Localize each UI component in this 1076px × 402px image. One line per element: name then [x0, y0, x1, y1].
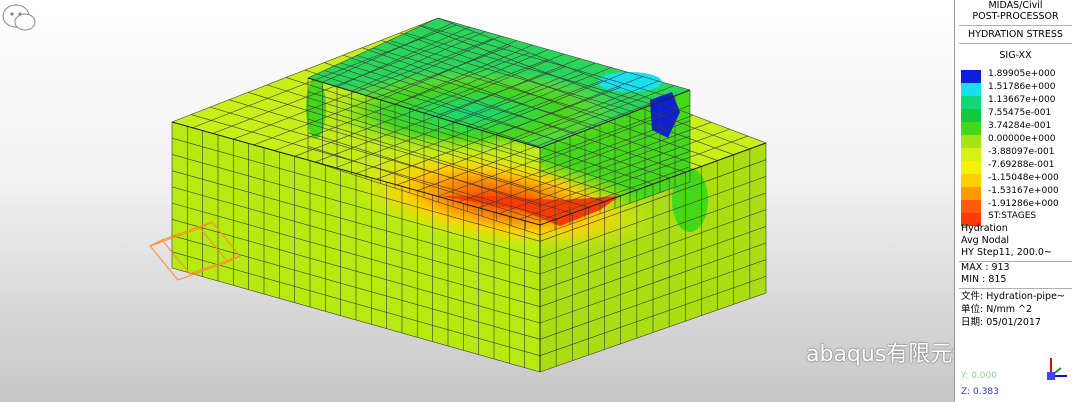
- legend-tick-label: -1.15048e+000: [988, 173, 1059, 183]
- component-name: SIG-XX: [999, 50, 1032, 61]
- legend-tick-label: -1.91286e+000: [988, 199, 1059, 209]
- legend-tick-label: 1.51786e+000: [988, 82, 1056, 92]
- legend-tick-label: -7.69288e-001: [988, 160, 1055, 170]
- legend-swatch: [961, 96, 981, 109]
- legend-swatch: [961, 83, 981, 96]
- app-name: MIDAS/Civil: [988, 0, 1043, 11]
- axis-triad-icon: [1047, 358, 1067, 380]
- min-value: MIN : 815: [961, 274, 1007, 285]
- legend-swatch: [961, 161, 981, 174]
- app-mode: POST-PROCESSOR: [972, 11, 1059, 22]
- nodal-label: Avg Nodal: [961, 235, 1010, 246]
- max-value: MAX : 913: [961, 262, 1010, 273]
- analysis-label: Hydration: [961, 223, 1008, 234]
- unit-label: 单位: N/mm ^2: [961, 304, 1033, 315]
- cyan-zone: [598, 72, 662, 92]
- legend-swatch: [961, 200, 981, 213]
- legend-tick-label: 1.13667e+000: [988, 95, 1056, 105]
- legend-swatch: [961, 135, 981, 148]
- step-label: HY Step11, 200.0~: [961, 247, 1052, 258]
- legend-tick-label: 7.55475e-001: [988, 108, 1052, 118]
- legend-tick-label: -3.88097e-001: [988, 147, 1055, 157]
- wechat-logo-icon: [2, 4, 36, 31]
- overlap-label: ST:STAGES: [988, 211, 1037, 221]
- legend-tick-label: 1.89905e+000: [988, 69, 1056, 79]
- legend-tick-label: 3.74284e-001: [988, 121, 1052, 131]
- legend-panel: MIDAS/Civil POST-PROCESSOR HYDRATION STR…: [954, 0, 1076, 402]
- legend-swatch: [961, 70, 981, 83]
- legend-tick-label: -1.53167e+000: [988, 186, 1059, 196]
- legend-swatch: [961, 174, 981, 187]
- z-coord: Z: 0.383: [961, 387, 999, 397]
- watermark-text: abaqus有限元仿真: [806, 342, 954, 367]
- legend-swatch: [961, 148, 981, 161]
- legend-swatch: [961, 109, 981, 122]
- legend-swatch: [961, 122, 981, 135]
- model-viewport[interactable]: abaqus有限元仿真: [0, 0, 954, 402]
- legend-swatch: [961, 187, 981, 200]
- result-type: HYDRATION STRESS: [968, 29, 1063, 40]
- legend-tick-label: 0.00000e+000: [988, 134, 1056, 144]
- date-label: 日期: 05/01/2017: [961, 317, 1041, 328]
- file-label: 文件: Hydration-pipe~: [961, 291, 1065, 302]
- y-coord: Y: 0.000: [961, 371, 997, 381]
